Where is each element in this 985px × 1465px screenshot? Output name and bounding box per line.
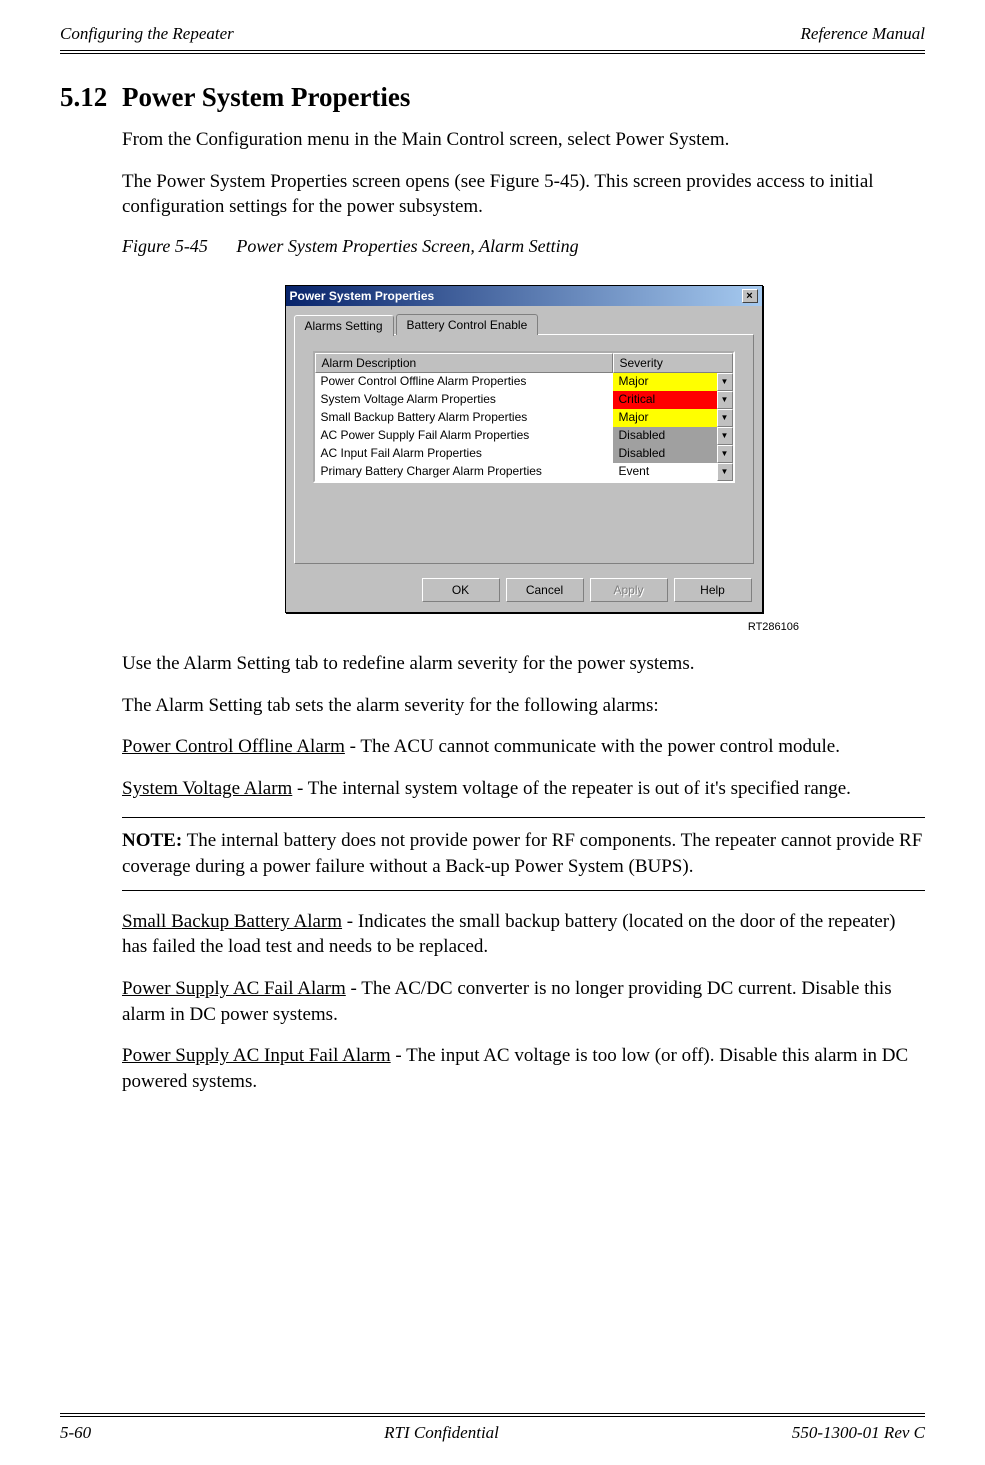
table-row: Primary Battery Charger Alarm Properties	[315, 463, 613, 481]
column-description: Alarm Description Power Control Offline …	[315, 353, 613, 481]
para-use-tab: Use the Alarm Setting tab to redefine al…	[122, 651, 925, 677]
severity-dropdown[interactable]: Major	[613, 409, 717, 427]
para-sets: The Alarm Setting tab sets the alarm sev…	[122, 693, 925, 719]
chevron-down-icon[interactable]: ▼	[717, 445, 733, 463]
tab-page: Alarm Description Power Control Offline …	[294, 334, 754, 564]
figure-screenshot: Power System Properties × Alarms Setting…	[122, 285, 925, 613]
note-label: NOTE:	[122, 830, 182, 851]
footer-doc-id: 550-1300-01 Rev C	[792, 1423, 925, 1443]
alarm-small-backup-battery: Small Backup Battery Alarm - Indicates t…	[122, 909, 925, 960]
header-left: Configuring the Repeater	[60, 24, 234, 44]
header-alarm-description: Alarm Description	[315, 353, 613, 373]
alarm-power-control-offline: Power Control Offline Alarm - The ACU ca…	[122, 734, 925, 760]
footer-center: RTI Confidential	[384, 1423, 499, 1443]
chevron-down-icon[interactable]: ▼	[717, 409, 733, 427]
cancel-button[interactable]: Cancel	[506, 578, 584, 602]
column-severity: Severity Major▼ Critical▼ Major▼ Disable…	[613, 353, 733, 481]
tab-alarms-setting[interactable]: Alarms Setting	[294, 315, 394, 336]
apply-button[interactable]: Apply	[590, 578, 668, 602]
section-heading: 5.12 Power System Properties	[60, 82, 925, 113]
header-right: Reference Manual	[801, 24, 925, 44]
figure-title: Power System Properties Screen, Alarm Se…	[236, 236, 578, 256]
table-row: Power Control Offline Alarm Properties	[315, 373, 613, 391]
alarm-ac-fail: Power Supply AC Fail Alarm - The AC/DC c…	[122, 976, 925, 1027]
severity-dropdown[interactable]: Disabled	[613, 445, 717, 463]
alarm-name: Power Control Offline Alarm	[122, 736, 345, 757]
severity-dropdown[interactable]: Disabled	[613, 427, 717, 445]
note-rule-bottom	[122, 890, 925, 891]
section-number: 5.12	[60, 82, 122, 113]
header-severity: Severity	[613, 353, 733, 373]
page-footer: 5-60 RTI Confidential 550-1300-01 Rev C	[60, 1413, 925, 1443]
figure-caption: Figure 5-45 Power System Properties Scre…	[122, 236, 925, 257]
chevron-down-icon[interactable]: ▼	[717, 391, 733, 409]
para-1: From the Configuration menu in the Main …	[122, 127, 925, 153]
table-row: Small Backup Battery Alarm Properties	[315, 409, 613, 427]
chevron-down-icon[interactable]: ▼	[717, 463, 733, 481]
figure-number: Figure 5-45	[122, 236, 208, 256]
alarm-name: System Voltage Alarm	[122, 778, 292, 799]
alarm-name: Small Backup Battery Alarm	[122, 911, 342, 932]
alarm-grid: Alarm Description Power Control Offline …	[313, 351, 735, 483]
figure-id: RT286106	[122, 621, 799, 633]
ok-button[interactable]: OK	[422, 578, 500, 602]
footer-rule	[60, 1413, 925, 1417]
table-row: System Voltage Alarm Properties	[315, 391, 613, 409]
header-rule	[60, 50, 925, 54]
table-row: AC Input Fail Alarm Properties	[315, 445, 613, 463]
page-header: Configuring the Repeater Reference Manua…	[60, 24, 925, 50]
alarm-system-voltage: System Voltage Alarm - The internal syst…	[122, 776, 925, 802]
alarm-name: Power Supply AC Input Fail Alarm	[122, 1045, 391, 1066]
content-area: From the Configuration menu in the Main …	[122, 127, 925, 1095]
severity-dropdown[interactable]: Critical	[613, 391, 717, 409]
help-button[interactable]: Help	[674, 578, 752, 602]
chevron-down-icon[interactable]: ▼	[717, 427, 733, 445]
alarm-text: - The internal system voltage of the rep…	[292, 778, 851, 799]
chevron-down-icon[interactable]: ▼	[717, 373, 733, 391]
para-2: The Power System Properties screen opens…	[122, 169, 925, 220]
severity-dropdown[interactable]: Event	[613, 463, 717, 481]
note-rule-top	[122, 817, 925, 818]
dialog-window: Power System Properties × Alarms Setting…	[285, 285, 763, 613]
close-icon[interactable]: ×	[742, 289, 758, 303]
table-row: AC Power Supply Fail Alarm Properties	[315, 427, 613, 445]
tab-battery-control[interactable]: Battery Control Enable	[396, 314, 539, 335]
tab-area: Alarms Setting Battery Control Enable Al…	[286, 306, 762, 572]
footer-page-number: 5-60	[60, 1423, 91, 1443]
severity-dropdown[interactable]: Major	[613, 373, 717, 391]
tab-strip: Alarms Setting Battery Control Enable	[294, 314, 754, 335]
alarm-ac-input-fail: Power Supply AC Input Fail Alarm - The i…	[122, 1043, 925, 1094]
dialog-button-row: OK Cancel Apply Help	[286, 572, 762, 612]
dialog-titlebar: Power System Properties ×	[286, 286, 762, 306]
note-block: NOTE: The internal battery does not prov…	[122, 828, 925, 879]
section-title: Power System Properties	[122, 82, 410, 113]
note-text: The internal battery does not provide po…	[122, 830, 922, 877]
alarm-text: - The ACU cannot communicate with the po…	[345, 736, 840, 757]
dialog-title: Power System Properties	[290, 289, 435, 303]
alarm-name: Power Supply AC Fail Alarm	[122, 978, 346, 999]
